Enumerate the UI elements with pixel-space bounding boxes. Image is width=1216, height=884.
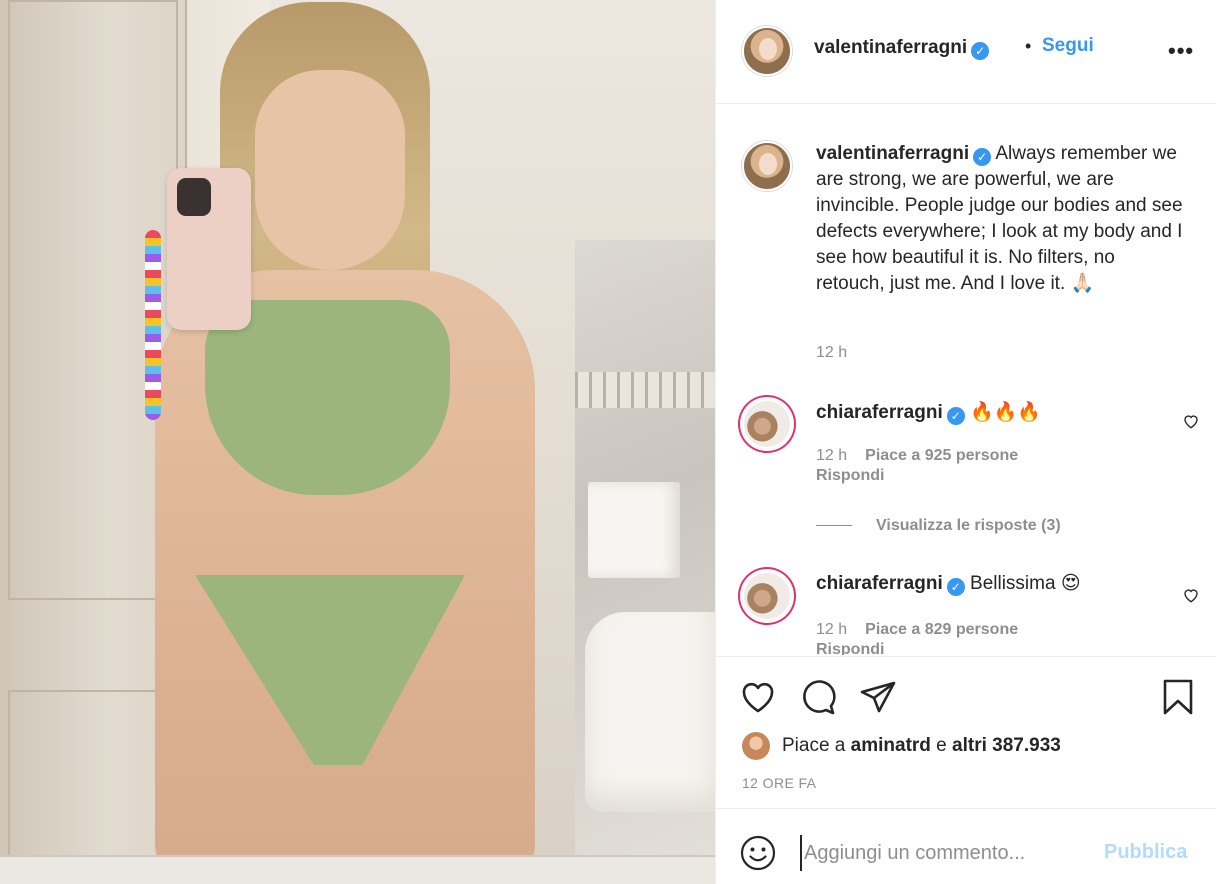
liker-avatar[interactable]: [742, 732, 770, 760]
comment-username[interactable]: chiaraferragni: [816, 573, 943, 594]
comment-heart-icon[interactable]: [1182, 412, 1200, 430]
phone: [167, 168, 251, 330]
bookmark-icon[interactable]: [1158, 677, 1198, 717]
view-replies-line: [816, 525, 852, 527]
action-bar: Piace a aminatrd e altri 387.933 12 ORE …: [716, 656, 1216, 808]
phone-camera: [177, 178, 211, 216]
emoji-icon[interactable]: [740, 835, 776, 871]
view-replies-label: Visualizza le risposte (3): [876, 517, 1061, 534]
caption: valentinaferragni ✓ Always remember we ar…: [816, 141, 1186, 297]
reply-button[interactable]: Rispondi: [816, 467, 884, 485]
comment-username[interactable]: chiaraferragni: [816, 402, 943, 423]
heart-icon[interactable]: [738, 677, 778, 717]
liker-username[interactable]: aminatrd: [851, 735, 931, 756]
likes-others[interactable]: altri 387.933: [952, 735, 1061, 756]
share-icon[interactable]: [858, 677, 898, 717]
reply-button[interactable]: Rispondi: [816, 641, 884, 655]
comment-avatar[interactable]: [742, 571, 792, 621]
comment-heart-icon[interactable]: [1182, 586, 1200, 604]
verified-badge-icon: ✓: [973, 148, 992, 166]
follow-button[interactable]: Segui: [1042, 35, 1094, 57]
author-name-block: valentinaferragni ✓: [814, 37, 990, 60]
publish-button[interactable]: Pubblica: [1104, 841, 1187, 864]
tile-band: [575, 372, 715, 408]
more-options-icon[interactable]: •••: [1168, 38, 1194, 64]
comment-item: chiaraferragni ✓ Bellissima 😍: [816, 572, 1081, 596]
comment-likes[interactable]: Piace a 925 persone: [865, 447, 1018, 464]
phone-strap: [145, 230, 161, 420]
verified-badge-icon: ✓: [946, 578, 965, 596]
towel: [588, 482, 680, 578]
comment-avatar[interactable]: [742, 399, 792, 449]
comment-likes[interactable]: Piace a 829 persone: [865, 621, 1018, 638]
post-age[interactable]: 12 ORE FA: [742, 775, 816, 791]
door-panel-lower: [8, 690, 178, 880]
person-face: [255, 70, 405, 270]
comment-meta: 12 h Piace a 829 persone: [816, 621, 1018, 639]
comment-item: chiaraferragni ✓ 🔥🔥🔥: [816, 400, 1041, 425]
bikini-top: [205, 300, 450, 495]
comment-text: Bellissima 😍: [970, 573, 1081, 594]
author-username[interactable]: valentinaferragni: [814, 37, 967, 58]
follow-separator: •: [1025, 36, 1032, 56]
comment-time[interactable]: 12 h: [816, 621, 847, 638]
comment-time[interactable]: 12 h: [816, 447, 847, 464]
comment-meta: 12 h Piace a 925 persone: [816, 447, 1018, 465]
caption-text: Always remember we are strong, we are po…: [816, 143, 1183, 294]
caption-username[interactable]: valentinaferragni: [816, 143, 969, 164]
verified-badge-icon: ✓: [946, 407, 965, 425]
likes-summary[interactable]: Piace a aminatrd e altri 387.933: [742, 731, 1061, 761]
post-header: valentinaferragni ✓ • Segui •••: [716, 0, 1216, 104]
post-photo[interactable]: [0, 0, 715, 884]
post-side-panel: valentinaferragni ✓ • Segui ••• valentina…: [715, 0, 1216, 884]
add-comment-bar: Pubblica: [716, 808, 1216, 884]
likes-text: Piace a aminatrd e altri 387.933: [782, 735, 1061, 756]
author-avatar[interactable]: [742, 26, 792, 76]
caption-time[interactable]: 12 h: [816, 344, 847, 362]
comments-list[interactable]: valentinaferragni ✓ Always remember we ar…: [716, 105, 1216, 655]
bidet: [585, 612, 715, 812]
caption-avatar[interactable]: [742, 141, 792, 191]
sink-edge: [0, 855, 715, 884]
view-replies-button[interactable]: Visualizza le risposte (3): [816, 517, 1061, 535]
comment-icon[interactable]: [798, 677, 838, 717]
comment-text: 🔥🔥🔥: [970, 402, 1041, 423]
verified-badge-icon: ✓: [971, 42, 990, 60]
comment-input[interactable]: [800, 835, 1090, 871]
